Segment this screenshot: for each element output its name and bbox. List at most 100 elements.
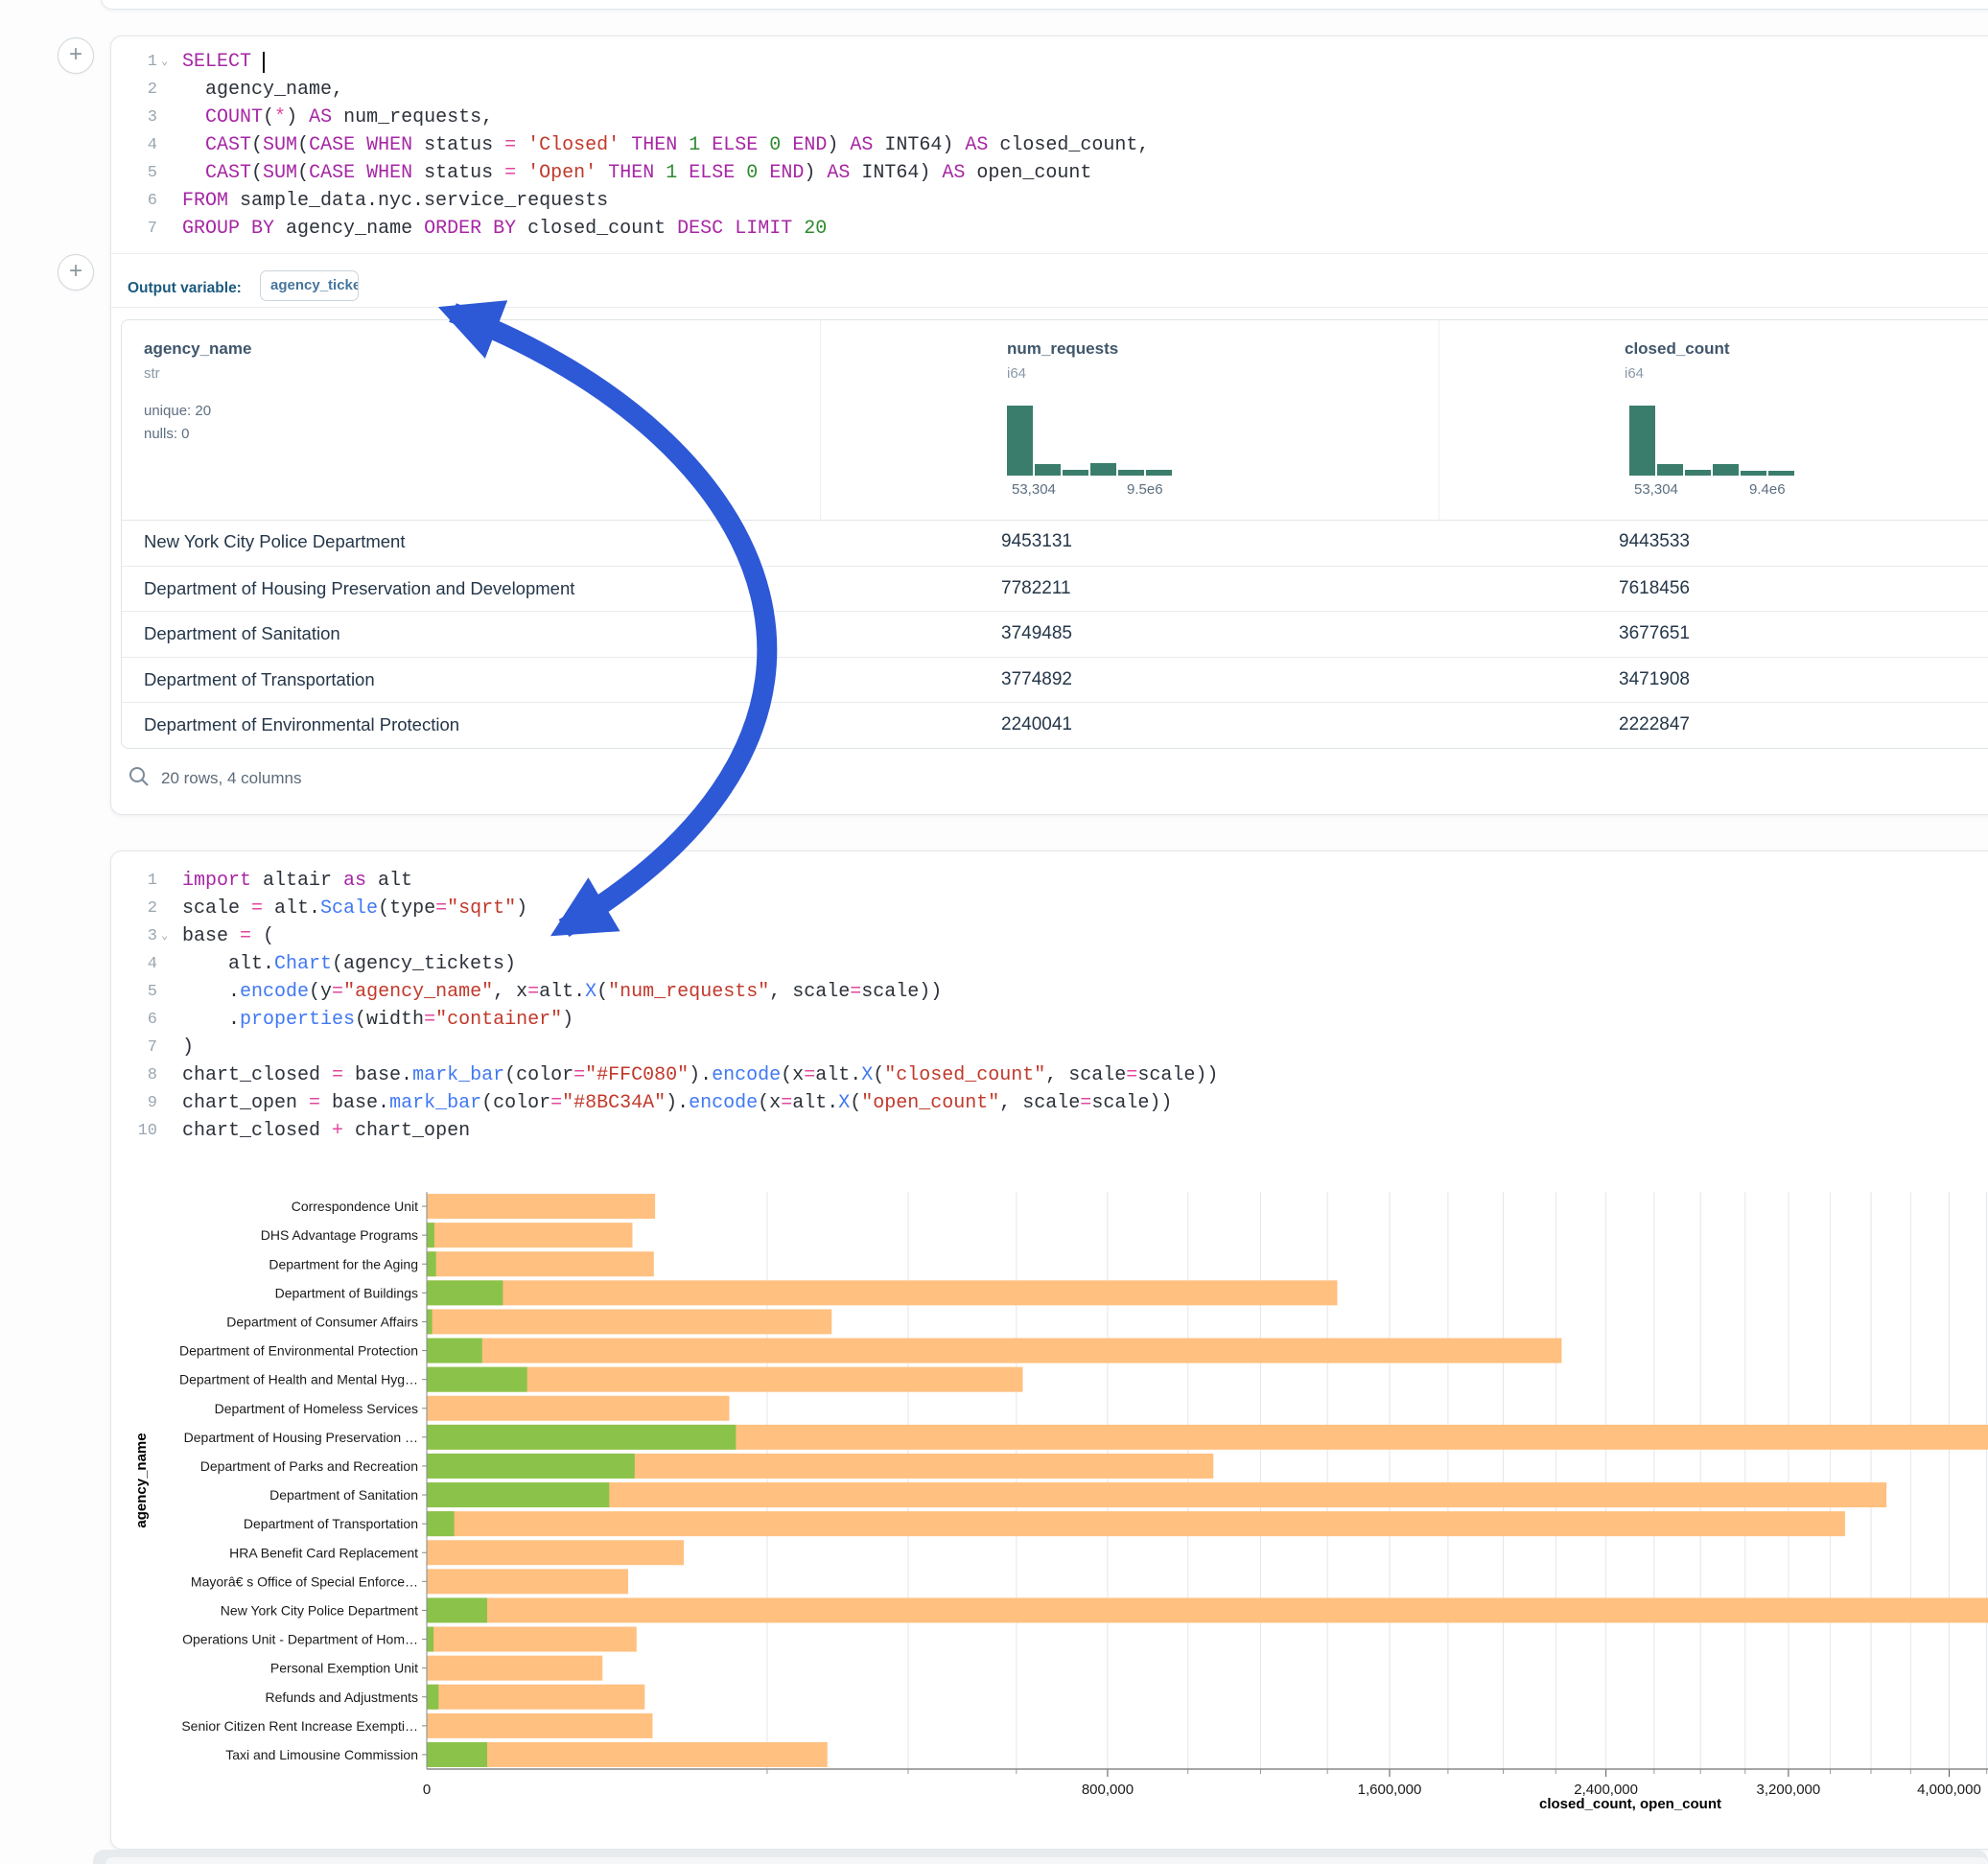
- table-cell: 2222847: [1619, 714, 1690, 735]
- line-number: 1: [111, 867, 161, 895]
- histogram-bar: [1741, 471, 1766, 476]
- code-line: 5 .encode(y="agency_name", x=alt.X("num_…: [111, 978, 1981, 1006]
- code-line: 10chart_closed + chart_open: [111, 1117, 1981, 1145]
- table-cell: 2240041: [1001, 714, 1072, 735]
- text-cursor: [263, 52, 265, 73]
- add-cell-button-top[interactable]: +: [58, 37, 94, 74]
- column-type-closed-count: i64: [1625, 365, 1644, 382]
- dataframe-preview: agency_name str unique: 20 nulls: 0 num_…: [121, 319, 1988, 749]
- histogram-num-requests: [1007, 406, 1172, 476]
- line-number: 5: [111, 978, 161, 1006]
- header-column-separator: [1438, 320, 1439, 520]
- line-number: 3: [111, 104, 161, 131]
- line-number: 3: [111, 922, 161, 950]
- fold-chevron-icon[interactable]: ⌄: [161, 922, 175, 950]
- cell-divider: [111, 253, 1988, 254]
- table-cell: 9443533: [1619, 531, 1690, 552]
- line-number: 2: [111, 76, 161, 104]
- histogram-bar: [1685, 470, 1711, 476]
- histogram-bar: [1090, 463, 1116, 476]
- code-line: 2scale = alt.Scale(type="sqrt"): [111, 895, 1981, 922]
- line-number: 2: [111, 895, 161, 922]
- table-cell: 9453131: [1001, 531, 1072, 552]
- line-number: 4: [111, 950, 161, 978]
- table-row[interactable]: Department of Sanitation 3749485 3677651: [122, 611, 1988, 658]
- line-number: 6: [111, 1006, 161, 1034]
- line-number: 10: [111, 1117, 161, 1145]
- python-code-editor[interactable]: 1import altair as alt2scale = alt.Scale(…: [111, 867, 1981, 1145]
- output-variable-label: Output variable:: [128, 280, 242, 297]
- table-cell: 3471908: [1619, 669, 1690, 690]
- table-row[interactable]: New York City Police Department 9453131 94…: [122, 520, 1988, 566]
- table-cell: Department of Environmental Protection: [144, 714, 459, 735]
- code-line: 8chart_closed = base.mark_bar(color="#FF…: [111, 1061, 1981, 1089]
- code-line: 3⌄base = (: [111, 922, 1981, 950]
- line-number: 5: [111, 159, 161, 187]
- table-cell: Department of Sanitation: [144, 623, 340, 644]
- column-header-agency-name[interactable]: agency_name: [144, 339, 251, 359]
- code-line: 7): [111, 1034, 1981, 1061]
- histogram-bar: [1713, 464, 1739, 476]
- line-number: 9: [111, 1089, 161, 1117]
- line-number: 7: [111, 1034, 161, 1061]
- code-line: 9chart_open = base.mark_bar(color="#8BC3…: [111, 1089, 1981, 1117]
- line-number: 7: [111, 215, 161, 243]
- line-number: 4: [111, 131, 161, 159]
- previous-cell-edge: [101, 0, 1988, 10]
- histogram-bar: [1007, 406, 1033, 476]
- line-number: 6: [111, 187, 161, 215]
- code-line: 4 CAST(SUM(CASE WHEN status = 'Closed' T…: [111, 131, 1981, 159]
- sql-code-editor[interactable]: 1⌄SELECT 2 agency_name,3 COUNT(*) AS num…: [111, 48, 1981, 243]
- table-row[interactable]: Department of Housing Preservation and D…: [122, 566, 1988, 613]
- code-line: 2 agency_name,: [111, 76, 1981, 104]
- code-line: 6FROM sample_data.nyc.service_requests: [111, 187, 1981, 215]
- add-cell-button-mid[interactable]: +: [58, 254, 94, 291]
- code-line: 1import altair as alt: [111, 867, 1981, 895]
- table-row[interactable]: Department of Transportation 3774892 34719…: [122, 657, 1988, 704]
- table-cell: New York City Police Department: [144, 531, 405, 552]
- next-cell-edge: [105, 1857, 1988, 1864]
- column-stat-unique: unique: 20: [144, 403, 211, 419]
- histogram-bar: [1035, 464, 1061, 476]
- python-cell-card: 1import altair as alt2scale = alt.Scale(…: [110, 850, 1988, 1850]
- histogram-max-label: 9.5e6: [1127, 481, 1163, 498]
- histogram-bar: [1118, 470, 1144, 476]
- histogram-closed-count: [1629, 406, 1794, 476]
- code-line: 4 alt.Chart(agency_tickets): [111, 950, 1981, 978]
- table-cell: Department of Transportation: [144, 669, 375, 690]
- sql-cell-card: 1⌄SELECT 2 agency_name,3 COUNT(*) AS num…: [110, 35, 1988, 815]
- histogram-bar: [1768, 471, 1794, 476]
- notebook-canvas: + + 1⌄SELECT 2 agency_name,3 COUNT(*) AS…: [0, 0, 1988, 1864]
- table-cell: 7618456: [1619, 578, 1690, 599]
- header-column-separator: [820, 320, 821, 520]
- table-cell: Department of Housing Preservation and D…: [144, 578, 574, 599]
- histogram-min-label: 53,304: [1012, 481, 1056, 498]
- line-number: 1: [111, 48, 161, 76]
- histogram-bar: [1146, 470, 1172, 476]
- histogram-min-label: 53,304: [1634, 481, 1678, 498]
- column-header-closed-count[interactable]: closed_count: [1625, 339, 1730, 359]
- histogram-bar: [1629, 406, 1655, 476]
- column-header-num-requests[interactable]: num_requests: [1007, 339, 1118, 359]
- table-row[interactable]: Department of Environmental Protection 22…: [122, 702, 1988, 749]
- cell-divider: [111, 307, 1988, 308]
- histogram-max-label: 9.4e6: [1749, 481, 1786, 498]
- code-line: 5 CAST(SUM(CASE WHEN status = 'Open' THE…: [111, 159, 1981, 187]
- histogram-bar: [1657, 464, 1683, 476]
- histogram-bar: [1063, 470, 1088, 476]
- search-icon[interactable]: [128, 765, 151, 788]
- output-variable-pill[interactable]: agency_tickets: [260, 270, 359, 301]
- table-cell: 3749485: [1001, 623, 1072, 644]
- table-cell: 7782211: [1001, 578, 1071, 599]
- fold-chevron-icon[interactable]: ⌄: [161, 48, 175, 76]
- line-number: 8: [111, 1061, 161, 1089]
- code-line: 1⌄SELECT: [111, 48, 1981, 76]
- column-type-agency-name: str: [144, 365, 160, 382]
- code-line: 6 .properties(width="container"): [111, 1006, 1981, 1034]
- table-cell: 3677651: [1619, 623, 1690, 644]
- column-type-num-requests: i64: [1007, 365, 1026, 382]
- code-line: 7GROUP BY agency_name ORDER BY closed_co…: [111, 215, 1981, 243]
- table-dimensions-label: 20 rows, 4 columns: [161, 769, 301, 788]
- table-cell: 3774892: [1001, 669, 1072, 690]
- table-body: New York City Police Department 9453131 94…: [122, 520, 1988, 748]
